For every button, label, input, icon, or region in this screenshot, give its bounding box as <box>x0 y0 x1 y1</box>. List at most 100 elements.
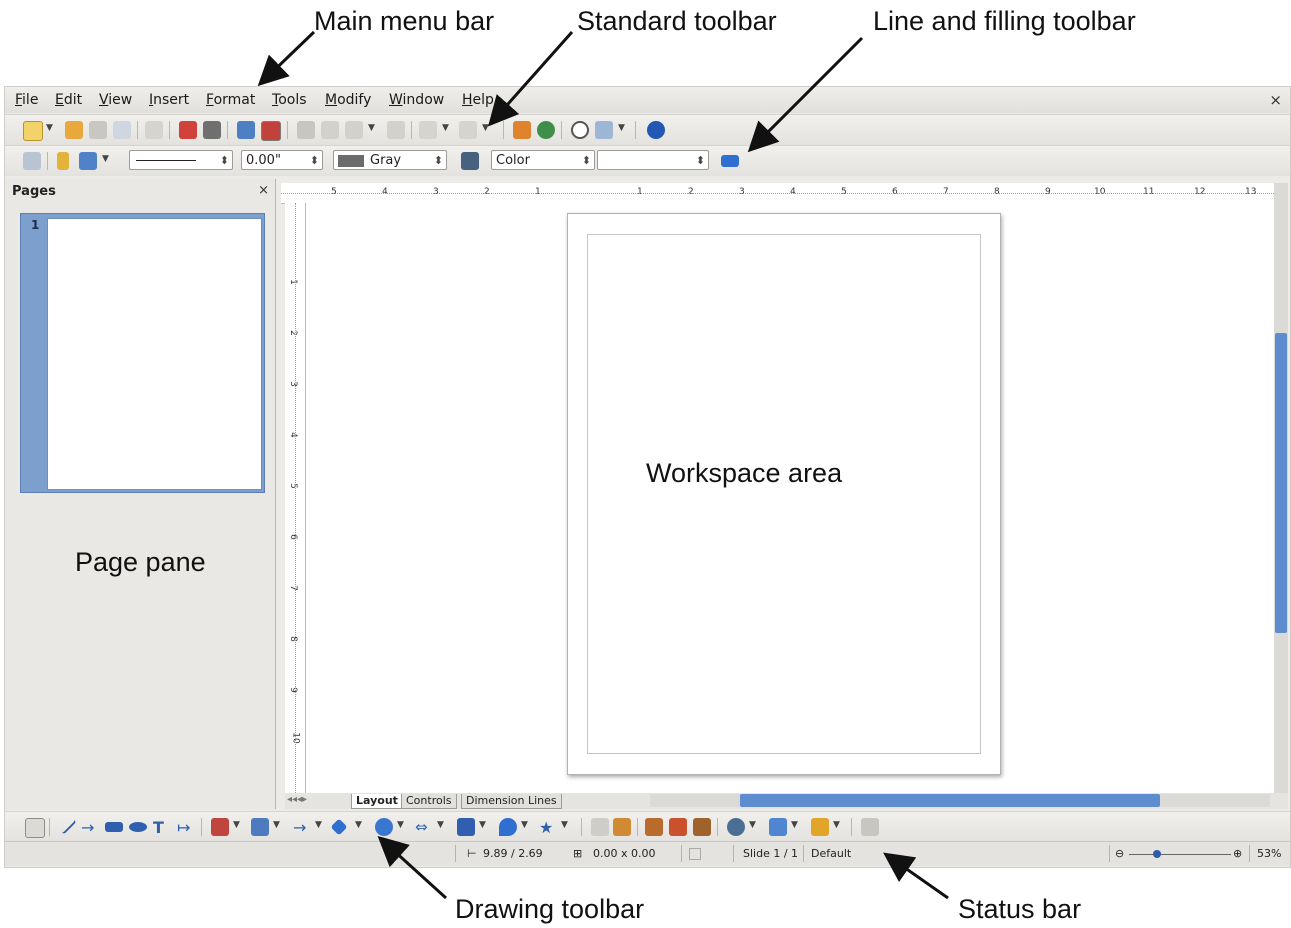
from-file-icon[interactable] <box>645 818 663 836</box>
connector-tool-icon[interactable] <box>251 818 269 836</box>
workspace-area[interactable]: Workspace area <box>306 203 1274 793</box>
align-icon[interactable] <box>769 818 787 836</box>
lines-arrows-icon[interactable]: → <box>293 818 311 837</box>
edit-file-icon[interactable] <box>145 121 163 139</box>
area-value-select[interactable]: ⬍ <box>597 150 709 170</box>
menu-insert[interactable]: Insert <box>149 92 189 108</box>
rectangle-tool-icon[interactable] <box>105 822 123 832</box>
zoom-out-icon[interactable]: ⊖ <box>1115 847 1124 860</box>
paste-dropdown-icon[interactable]: ▼ <box>368 123 375 133</box>
line-icon[interactable] <box>57 152 69 170</box>
zoom-percent[interactable]: 53% <box>1257 847 1281 860</box>
curve-tool-icon[interactable] <box>211 818 229 836</box>
undo-icon[interactable] <box>419 121 437 139</box>
horizontal-scroll-thumb[interactable] <box>740 794 1160 807</box>
stars-icon[interactable]: ★ <box>539 818 557 837</box>
tab-dimension-lines[interactable]: Dimension Lines <box>461 794 562 809</box>
line-tool-icon[interactable] <box>55 813 77 835</box>
lines-arrows-dropdown-icon[interactable]: ▼ <box>315 820 322 830</box>
menu-window[interactable]: Window <box>389 92 444 108</box>
redo-icon[interactable] <box>459 121 477 139</box>
vertical-scrollbar[interactable] <box>1274 183 1288 797</box>
hide-draw-functions-icon[interactable] <box>571 121 589 139</box>
zoom-dropdown-icon[interactable]: ▼ <box>618 123 625 133</box>
menu-view[interactable]: View <box>99 92 132 108</box>
zoom-in-icon[interactable]: ⊕ <box>1233 847 1242 860</box>
vertical-text-icon[interactable]: ↦ <box>177 818 195 837</box>
curve-dropdown-icon[interactable]: ▼ <box>233 820 240 830</box>
arrange-dropdown-icon[interactable]: ▼ <box>833 820 840 830</box>
gallery-icon[interactable] <box>669 818 687 836</box>
basic-shapes-icon[interactable] <box>330 818 348 836</box>
close-document-icon[interactable]: × <box>1269 91 1282 109</box>
horizontal-ruler[interactable]: 5 4 3 2 1 1 2 3 4 5 6 7 8 9 10 11 12 13 <box>281 183 1274 204</box>
spin-arrows-icon[interactable]: ⬍ <box>310 151 319 171</box>
menu-file[interactable]: File <box>15 92 38 108</box>
open-icon[interactable] <box>65 121 83 139</box>
area-icon[interactable] <box>461 152 479 170</box>
help-icon[interactable] <box>647 121 665 139</box>
shadow-icon[interactable] <box>721 155 739 167</box>
export-pdf-icon[interactable] <box>179 121 197 139</box>
page-thumbnail-selected[interactable]: 1 <box>20 213 265 493</box>
glue-points-icon[interactable] <box>613 818 631 836</box>
print-icon[interactable] <box>203 121 221 139</box>
line-arrow-tool-icon[interactable]: → <box>81 818 99 837</box>
save-icon[interactable] <box>89 121 107 139</box>
block-arrows-dropdown-icon[interactable]: ▼ <box>437 820 444 830</box>
undo-dropdown-icon[interactable]: ▼ <box>442 123 449 133</box>
menu-format[interactable]: Format <box>206 92 255 108</box>
line-style-select[interactable]: ⬍ <box>129 150 233 170</box>
vertical-scroll-thumb[interactable] <box>1275 333 1287 633</box>
email-icon[interactable] <box>113 121 131 139</box>
basic-shapes-dropdown-icon[interactable]: ▼ <box>355 820 362 830</box>
thumbnail-page[interactable] <box>47 218 262 490</box>
flowchart-icon[interactable] <box>457 818 475 836</box>
chart-icon[interactable] <box>513 121 531 139</box>
arrange-icon[interactable] <box>811 818 829 836</box>
vertical-ruler[interactable]: 1 2 3 4 5 6 7 8 9 10 <box>285 203 306 803</box>
menu-tools[interactable]: Tools <box>272 92 307 108</box>
stars-dropdown-icon[interactable]: ▼ <box>561 820 568 830</box>
line-color-select[interactable]: Gray ⬍ <box>333 150 447 170</box>
cut-icon[interactable] <box>297 121 315 139</box>
text-tool-icon[interactable]: T <box>153 818 171 837</box>
spellcheck-icon[interactable] <box>237 121 255 139</box>
new-icon[interactable] <box>23 121 43 141</box>
callouts-dropdown-icon[interactable]: ▼ <box>521 820 528 830</box>
menu-help[interactable]: Help <box>462 92 494 108</box>
zoom-slider-thumb[interactable] <box>1153 850 1161 858</box>
menu-modify[interactable]: Modify <box>325 92 371 108</box>
symbol-shapes-dropdown-icon[interactable]: ▼ <box>397 820 404 830</box>
tab-nav-arrows-icon[interactable]: ◂◂◂▸ <box>287 794 307 805</box>
connector-dropdown-icon[interactable]: ▼ <box>273 820 280 830</box>
paste-icon[interactable] <box>345 121 363 139</box>
horizontal-scrollbar[interactable] <box>650 794 1270 807</box>
area-style-select[interactable]: Color ⬍ <box>491 150 595 170</box>
zoom-icon[interactable] <box>595 121 613 139</box>
block-arrows-icon[interactable]: ⇔ <box>415 818 433 836</box>
clone-format-icon[interactable] <box>387 121 405 139</box>
flowchart-dropdown-icon[interactable]: ▼ <box>479 820 486 830</box>
redo-dropdown-icon[interactable]: ▼ <box>482 123 489 133</box>
align-dropdown-icon[interactable]: ▼ <box>791 820 798 830</box>
tab-layout[interactable]: Layout <box>351 794 403 809</box>
arrow-style-dropdown-icon[interactable]: ▼ <box>102 154 109 164</box>
symbol-shapes-icon[interactable] <box>375 818 393 836</box>
fontwork-icon[interactable] <box>693 818 711 836</box>
points-icon[interactable] <box>591 818 609 836</box>
styles-icon[interactable] <box>23 152 41 170</box>
line-width-field[interactable]: 0.00" ⬍ <box>241 150 323 170</box>
autospell-icon[interactable] <box>261 121 281 141</box>
arrow-style-icon[interactable] <box>79 152 97 170</box>
close-pane-icon[interactable]: × <box>258 183 269 198</box>
navigator-icon[interactable] <box>537 121 555 139</box>
effects-icon[interactable] <box>727 818 745 836</box>
ellipse-tool-icon[interactable] <box>129 822 147 832</box>
new-dropdown-icon[interactable]: ▼ <box>46 123 53 133</box>
tab-controls[interactable]: Controls <box>401 794 457 809</box>
copy-icon[interactable] <box>321 121 339 139</box>
extrusion-icon[interactable] <box>861 818 879 836</box>
effects-dropdown-icon[interactable]: ▼ <box>749 820 756 830</box>
zoom-slider[interactable] <box>1129 850 1231 858</box>
